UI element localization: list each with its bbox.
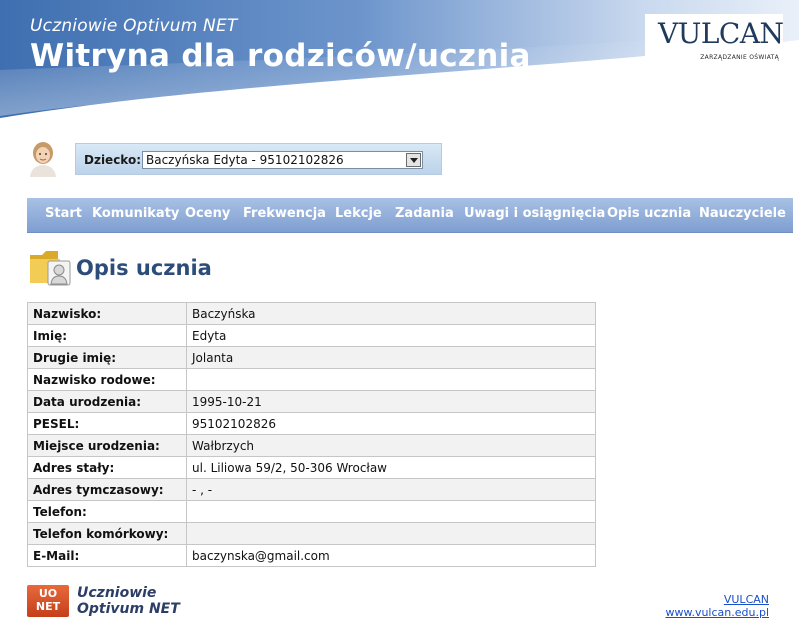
child-selector-bar: Dziecko: Baczyńska Edyta - 95102102826 (75, 143, 442, 175)
child-selector-label: Dziecko: (84, 153, 142, 167)
row-value: baczynska@gmail.com (186, 544, 596, 567)
header-banner: Uczniowie Optivum NET Witryna dla rodzic… (0, 0, 799, 120)
table-row: Telefon: (27, 500, 596, 523)
row-value: ul. Liliowa 59/2, 50-306 Wrocław (186, 456, 596, 479)
row-label: E-Mail: (27, 544, 187, 567)
nav-item-nauczyciele[interactable]: Nauczyciele (699, 206, 786, 221)
row-value (186, 500, 596, 523)
table-row: Imię: Edyta (27, 324, 596, 347)
table-row: Telefon komórkowy: (27, 522, 596, 545)
row-label: Telefon komórkowy: (27, 522, 187, 545)
row-label: Drugie imię: (27, 346, 187, 369)
nav-item-opis-ucznia[interactable]: Opis ucznia (607, 206, 691, 221)
row-value: 95102102826 (186, 412, 596, 435)
nav-item-oceny[interactable]: Oceny (185, 206, 230, 221)
uonet-badge-logo: UO NET (27, 585, 69, 617)
row-label: Miejsce urodzenia: (27, 434, 187, 457)
footer-links: VULCAN www.vulcan.edu.pl (665, 593, 769, 619)
child-avatar-icon (30, 142, 56, 177)
row-value: Baczyńska (186, 302, 596, 325)
child-select-value: Baczyńska Edyta - 95102102826 (146, 153, 344, 167)
footer-brand: Uczniowie Optivum NET (77, 585, 180, 617)
badge-line1: UO (38, 587, 58, 600)
row-value: 1995-10-21 (186, 390, 596, 413)
vulcan-logo: VULCAN ZARZĄDZANIE OŚWIATĄ (645, 14, 784, 66)
vulcan-link[interactable]: VULCAN (665, 593, 769, 606)
table-row: Nazwisko: Baczyńska (27, 302, 596, 325)
row-value: Edyta (186, 324, 596, 347)
vulcan-website-link[interactable]: www.vulcan.edu.pl (665, 606, 769, 619)
row-label: Nazwisko: (27, 302, 187, 325)
nav-item-lekcje[interactable]: Lekcje (335, 206, 382, 221)
nav-item-uwagi[interactable]: Uwagi i osiągnięcia (464, 206, 605, 221)
logo-tagline: ZARZĄDZANIE OŚWIATĄ (700, 54, 779, 61)
row-value: Wałbrzych (186, 434, 596, 457)
student-info-table: Nazwisko: Baczyńska Imię: Edyta Drugie imi… (27, 302, 596, 567)
nav-item-zadania[interactable]: Zadania (395, 206, 454, 221)
footer-brand-line2: Optivum NET (77, 601, 180, 617)
table-row: Adres tymczasowy: - , - (27, 478, 596, 501)
child-select[interactable]: Baczyńska Edyta - 95102102826 (142, 151, 423, 169)
footer-brand-line1: Uczniowie (77, 585, 157, 601)
badge-line2: NET (35, 600, 61, 613)
nav-item-frekwencja[interactable]: Frekwencja (243, 206, 326, 221)
table-row: Miejsce urodzenia: Wałbrzych (27, 434, 596, 457)
page-title: Opis ucznia (76, 256, 212, 280)
row-label: Data urodzenia: (27, 390, 187, 413)
table-row: Adres stały: ul. Liliowa 59/2, 50-306 Wro… (27, 456, 596, 479)
app-title: Witryna dla rodziców/ucznia (30, 38, 531, 74)
row-label: Telefon: (27, 500, 187, 523)
table-row: Data urodzenia: 1995-10-21 (27, 390, 596, 413)
row-value: - , - (186, 478, 596, 501)
chevron-down-icon[interactable] (406, 153, 421, 167)
row-label: Imię: (27, 324, 187, 347)
row-label: Adres stały: (27, 456, 187, 479)
student-folder-icon (30, 251, 71, 286)
row-label: Adres tymczasowy: (27, 478, 187, 501)
table-row: PESEL: 95102102826 (27, 412, 596, 435)
app-subtitle: Uczniowie Optivum NET (30, 16, 238, 36)
row-value (186, 368, 596, 391)
table-row: Nazwisko rodowe: (27, 368, 596, 391)
nav-item-start[interactable]: Start (45, 206, 82, 221)
row-label: PESEL: (27, 412, 187, 435)
nav-item-komunikaty[interactable]: Komunikaty (92, 206, 179, 221)
logo-text: VULCAN (658, 17, 784, 50)
row-label: Nazwisko rodowe: (27, 368, 187, 391)
table-row: E-Mail: baczynska@gmail.com (27, 544, 596, 567)
main-nav: Start Komunikaty Oceny Frekwencja Lekcje… (27, 198, 793, 233)
row-value: Jolanta (186, 346, 596, 369)
row-value (186, 522, 596, 545)
table-row: Drugie imię: Jolanta (27, 346, 596, 369)
